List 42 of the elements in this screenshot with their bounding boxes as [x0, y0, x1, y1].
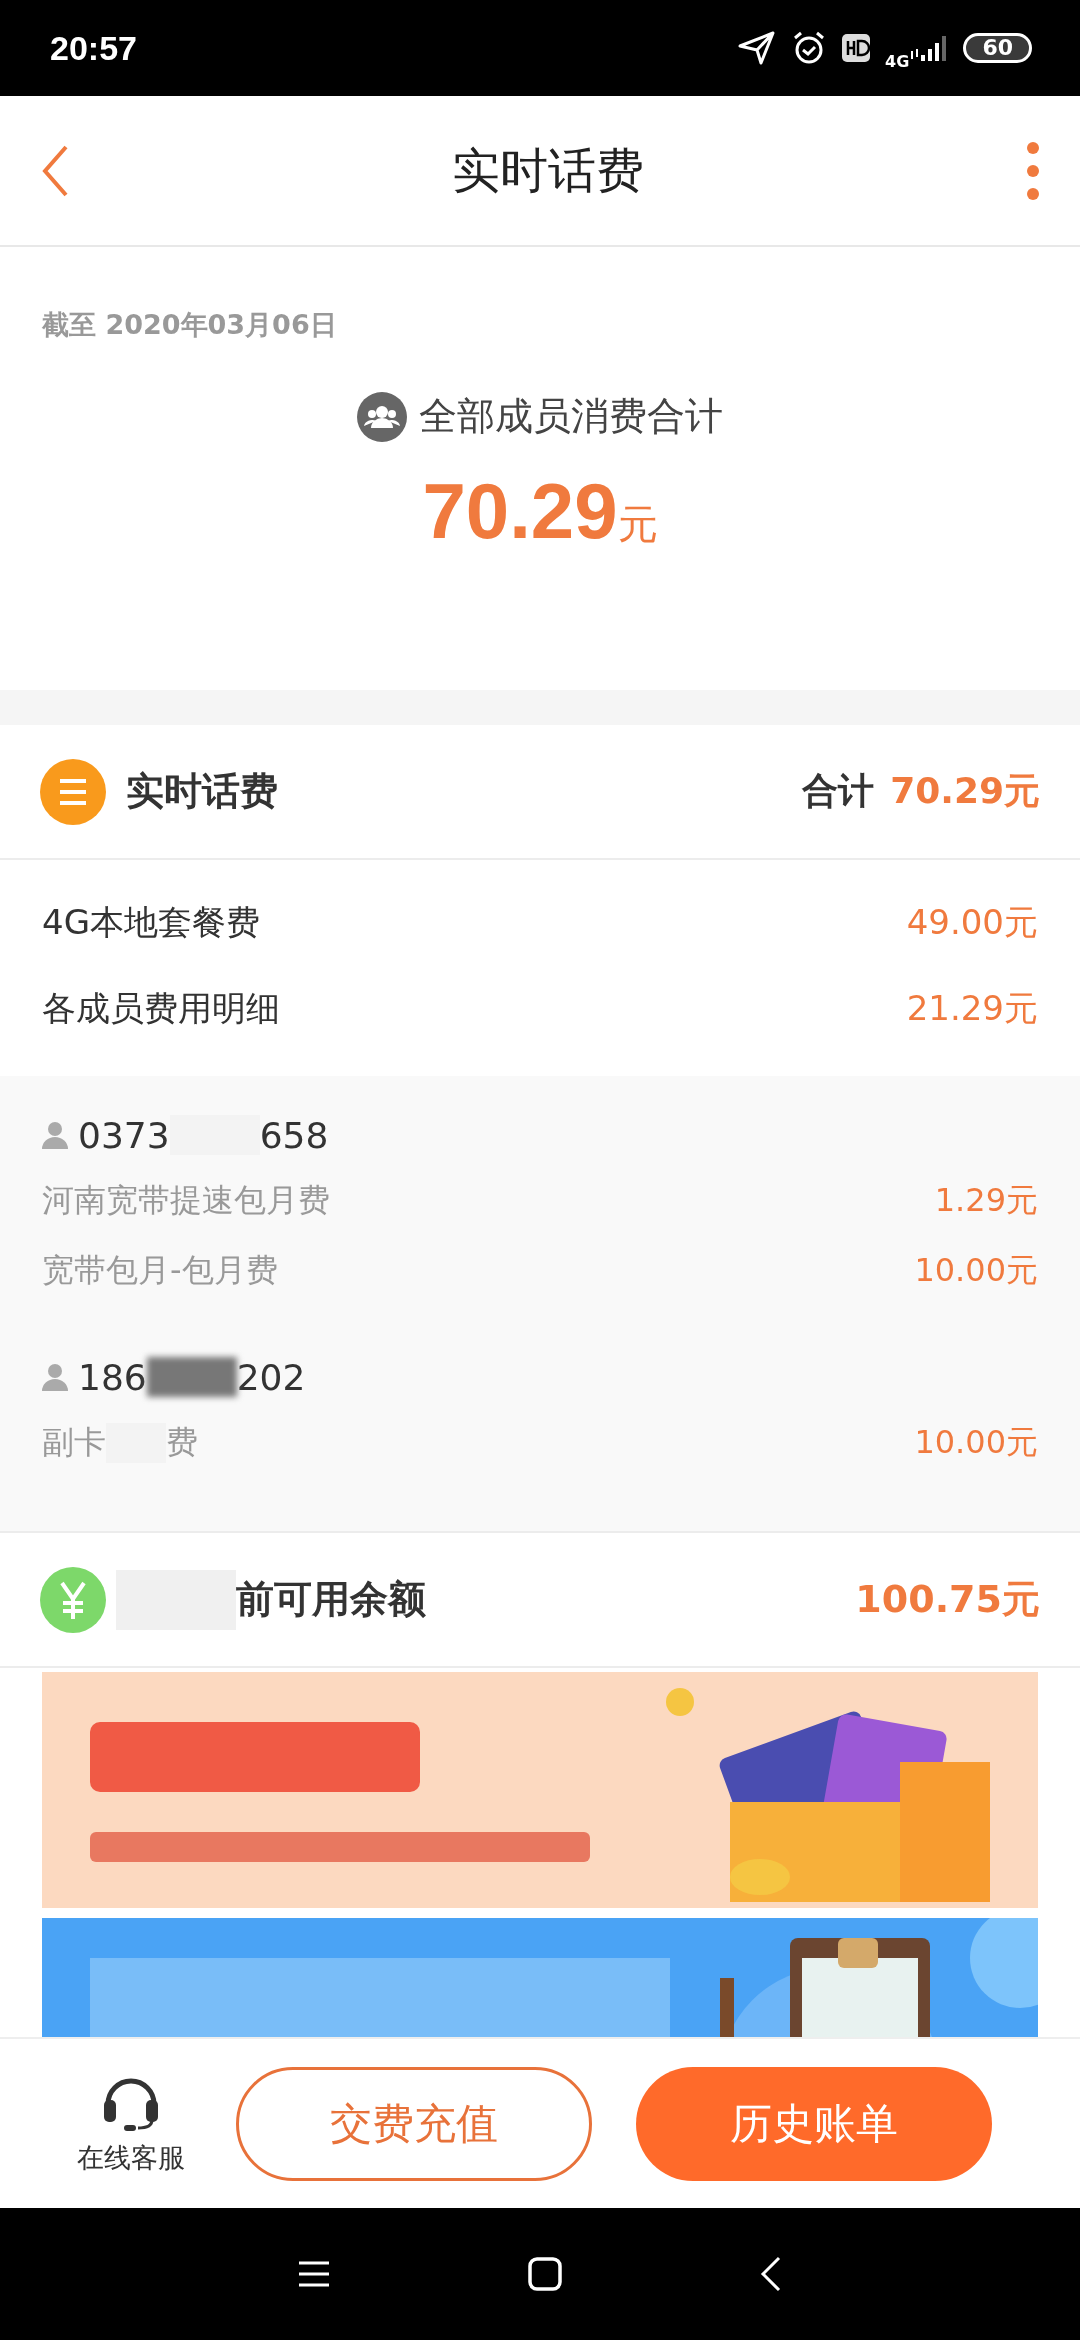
- network-label: 4G: [885, 51, 910, 71]
- person-icon: [42, 1363, 68, 1391]
- fee-name-end: 费: [166, 1422, 198, 1463]
- yen-icon: [40, 1566, 106, 1633]
- recharge-button[interactable]: 交费充值: [236, 2066, 592, 2181]
- balance-label: 前可用余额: [236, 1576, 427, 1623]
- battery-indicator: 60: [963, 33, 1032, 63]
- fee-name-start: 副卡: [42, 1422, 106, 1463]
- back-icon[interactable]: [40, 143, 70, 198]
- page-title: 实时话费: [452, 140, 644, 200]
- balance-value: 100.75元: [855, 1576, 1040, 1623]
- history-bill-button[interactable]: 历史账单: [636, 2066, 992, 2181]
- fee-amount: 49.00元: [906, 901, 1038, 944]
- person-icon: [42, 1121, 68, 1149]
- phone-number-start: 0373: [78, 1114, 170, 1156]
- menu-icon[interactable]: [298, 2260, 330, 2288]
- group-icon: [357, 391, 407, 442]
- fee-name: 4G本地套餐费: [42, 901, 260, 944]
- fee-name: 各成员费用明细: [42, 987, 280, 1030]
- total-amount: 70.29: [422, 466, 618, 557]
- back-nav-icon[interactable]: [760, 2256, 782, 2292]
- phone-number-end: 202: [236, 1356, 306, 1398]
- phone-number-start: 186: [78, 1356, 147, 1398]
- home-square-icon[interactable]: [528, 2257, 562, 2291]
- more-icon[interactable]: [1026, 140, 1040, 201]
- fee-amount: 10.00元: [914, 1250, 1038, 1291]
- phone-number-end: 658: [259, 1114, 329, 1156]
- fee-name: 宽带包月-包月费: [42, 1250, 278, 1291]
- total-label: 合计: [802, 769, 875, 813]
- list-icon: [40, 758, 106, 825]
- group-total-label: 全部成员消费合计: [419, 393, 723, 440]
- fee-name: 河南宽带提速包月费: [42, 1180, 330, 1221]
- total-value: 70.29元: [890, 769, 1040, 813]
- fee-amount: 1.29元: [934, 1180, 1038, 1221]
- section-title: 实时话费: [126, 768, 279, 815]
- date-label: 截至 2020年03月06日: [42, 308, 337, 342]
- currency-unit: 元: [617, 500, 658, 549]
- status-time: 20:57: [50, 28, 137, 68]
- customer-service-label[interactable]: 在线客服: [77, 2139, 185, 2176]
- hd-icon: [841, 33, 872, 63]
- fee-amount: 21.29元: [906, 987, 1038, 1030]
- fee-amount: 10.00元: [914, 1422, 1038, 1463]
